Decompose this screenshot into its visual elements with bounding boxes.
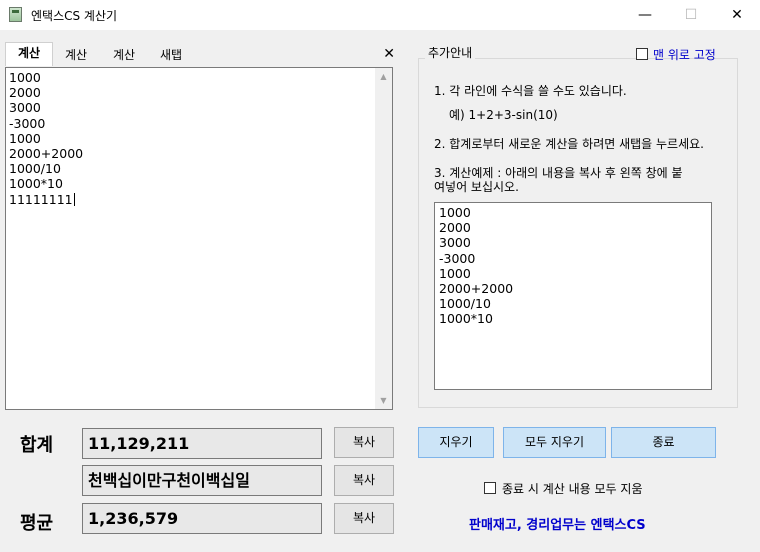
always-on-top-checkbox[interactable]	[636, 48, 648, 60]
guide-line-3b: 여넣어 보십시오.	[434, 180, 519, 194]
clear-button[interactable]: 지우기	[418, 427, 494, 458]
text-caret	[73, 192, 75, 206]
clear-all-button[interactable]: 모두 지우기	[503, 427, 606, 458]
clear-on-exit-checkbox[interactable]	[484, 482, 496, 494]
tab-close-icon[interactable]: ✕	[383, 45, 395, 63]
example-line: 1000	[439, 265, 471, 281]
example-line: 1000*10	[439, 311, 493, 327]
example-textbox[interactable]: 1000 2000 3000 -3000 1000 2000+2000 1000…	[434, 202, 712, 390]
tab-strip: 계산 계산 계산 새탭 ✕	[5, 42, 398, 66]
guide-line-1: 1. 각 라인에 수식을 쓸 수도 있습니다.	[434, 84, 627, 98]
example-line: 1000/10	[439, 296, 491, 312]
calc-editor[interactable]: 1000 2000 3000 -3000 1000 2000+2000 1000…	[5, 67, 393, 410]
editor-line: 3000	[9, 100, 41, 116]
average-label: 평균	[20, 513, 54, 534]
tab-calc-1[interactable]: 계산	[5, 42, 53, 66]
scroll-down-icon[interactable]: ▼	[375, 392, 392, 409]
editor-line-current: 11111111	[9, 192, 83, 207]
editor-text[interactable]: 1000 2000 3000 -3000 1000 2000+2000 1000…	[9, 70, 83, 207]
editor-line: -3000	[9, 115, 46, 131]
copy-korean-button[interactable]: 복사	[334, 465, 394, 496]
editor-line: 1000*10	[9, 176, 63, 192]
example-text[interactable]: 1000 2000 3000 -3000 1000 2000+2000 1000…	[439, 205, 513, 327]
sum-korean-field: 천백십이만구천이백십일	[82, 465, 322, 496]
guide-line-2: 2. 합계로부터 새로운 계산을 하려면 새탭을 누르세요.	[434, 137, 704, 151]
minimize-button[interactable]: —	[622, 0, 668, 30]
example-line: 2000	[439, 220, 471, 236]
always-on-top-label[interactable]: 맨 위로 고정	[653, 46, 716, 63]
calculator-icon	[9, 7, 22, 22]
clear-on-exit-label[interactable]: 종료 시 계산 내용 모두 지움	[502, 480, 643, 497]
editor-line: 1000	[9, 130, 41, 146]
exit-button[interactable]: 종료	[611, 427, 716, 458]
copy-average-button[interactable]: 복사	[334, 503, 394, 534]
editor-scrollbar[interactable]: ▲ ▼	[375, 68, 392, 409]
example-line: -3000	[439, 250, 476, 266]
editor-line: 11111111	[9, 191, 73, 207]
editor-line: 1000	[9, 70, 41, 85]
promo-link[interactable]: 판매재고, 경리업무는 엔택스CS	[469, 514, 646, 533]
example-line: 1000	[439, 205, 471, 220]
scroll-up-icon[interactable]: ▲	[375, 68, 392, 85]
editor-line: 2000	[9, 85, 41, 101]
tab-new[interactable]: 새탭	[151, 45, 191, 66]
tab-calc-2[interactable]: 계산	[56, 45, 96, 66]
editor-line: 1000/10	[9, 161, 61, 177]
sum-value-field: 11,129,211	[82, 428, 322, 459]
maximize-button[interactable]: ☐	[668, 0, 714, 30]
example-line: 2000+2000	[439, 281, 514, 297]
editor-line: 2000+2000	[9, 146, 84, 162]
example-line: 3000	[439, 235, 471, 251]
average-value-field: 1,236,579	[82, 503, 322, 534]
guide-line-1-example: 예) 1+2+3-sin(10)	[449, 108, 558, 122]
sum-label: 합계	[20, 435, 54, 456]
tab-calc-3[interactable]: 계산	[104, 45, 144, 66]
guide-title: 추가안내	[425, 44, 476, 61]
copy-sum-button[interactable]: 복사	[334, 427, 394, 458]
close-button[interactable]: ✕	[714, 0, 760, 30]
title-bar: 엔택스CS 계산기 — ☐ ✕	[0, 0, 760, 30]
window-title: 엔택스CS 계산기	[31, 9, 118, 23]
